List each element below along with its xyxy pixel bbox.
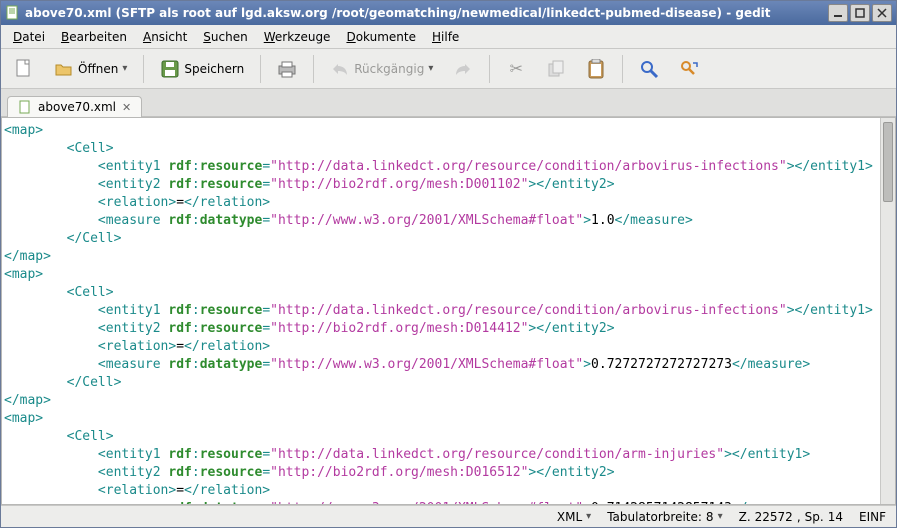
minimize-button[interactable] [828,4,848,22]
menu-item-suchen[interactable]: Suchen [197,28,253,46]
new-doc-button[interactable] [7,54,41,84]
window-title: above70.xml (SFTP als root auf lgd.aksw.… [25,6,828,20]
open-button[interactable]: Öffnen ▾ [47,54,134,84]
menubar: DateiBearbeitenAnsichtSuchen WerkzeugeDok… [1,25,896,49]
menu-item-bearbeiten[interactable]: Bearbeiten [55,28,133,46]
undo-icon [330,59,350,79]
toolbar-separator [313,55,314,83]
copy-button[interactable] [539,54,573,84]
document-tab[interactable]: above70.xml ✕ [7,96,142,117]
tab-label: above70.xml [38,100,116,114]
code-editor[interactable]: <map> <Cell> <entity1 rdf:resource="http… [2,118,895,504]
undo-button[interactable]: Rückgängig ▾ [323,54,440,84]
menu-item-werkzeuge[interactable]: Werkzeuge [258,28,337,46]
save-button[interactable]: Speichern [153,54,251,84]
tab-close-icon[interactable]: ✕ [122,101,131,114]
status-language[interactable]: XML ▾ [557,510,591,524]
doc-icon [18,100,32,114]
toolbar-separator [143,55,144,83]
status-insert-mode[interactable]: EINF [859,510,886,524]
menu-item-ansicht[interactable]: Ansicht [137,28,193,46]
save-icon [160,59,180,79]
redo-icon [453,59,473,79]
save-label: Speichern [184,62,244,76]
redo-button[interactable] [446,54,480,84]
find-replace-button[interactable] [672,54,706,84]
menu-item-hilfe[interactable]: Hilfe [426,28,465,46]
scrollbar-thumb[interactable] [883,122,893,202]
status-cursor-pos: Z. 22572, Sp. 14 [739,510,843,524]
open-label: Öffnen [78,62,118,76]
paste-button[interactable] [579,54,613,84]
cut-button[interactable]: ✂ [499,54,533,84]
folder-open-icon [54,59,74,79]
chevron-down-icon[interactable]: ▾ [122,63,127,74]
chevron-down-icon: ▾ [718,511,723,522]
close-button[interactable] [872,4,892,22]
undo-label: Rückgängig [354,62,424,76]
chevron-down-icon: ▾ [428,63,433,74]
tab-bar: above70.xml ✕ [1,89,896,117]
toolbar: Öffnen ▾ Speichern Rückgängig ▾ ✂ [1,49,896,89]
vertical-scrollbar[interactable] [880,118,895,504]
print-icon [277,59,297,79]
print-button[interactable] [270,54,304,84]
window-titlebar: above70.xml (SFTP als root auf lgd.aksw.… [1,1,896,25]
new-doc-icon [14,59,34,79]
copy-icon [546,59,566,79]
statusbar: XML ▾ Tabulatorbreite: 8 ▾ Z. 22572, Sp.… [1,505,896,527]
maximize-button[interactable] [850,4,870,22]
app-icon [5,5,21,21]
scissors-icon: ✂ [506,59,526,79]
chevron-down-icon: ▾ [586,511,591,522]
toolbar-separator [489,55,490,83]
status-tabwidth[interactable]: Tabulatorbreite: 8 ▾ [607,510,722,524]
menu-item-dokumente[interactable]: Dokumente [340,28,422,46]
toolbar-separator [622,55,623,83]
find-button[interactable] [632,54,666,84]
clipboard-icon [586,59,606,79]
search-icon [639,59,659,79]
editor-area: <map> <Cell> <entity1 rdf:resource="http… [1,117,896,505]
find-replace-icon [679,59,699,79]
toolbar-separator [260,55,261,83]
menu-item-datei[interactable]: Datei [7,28,51,46]
